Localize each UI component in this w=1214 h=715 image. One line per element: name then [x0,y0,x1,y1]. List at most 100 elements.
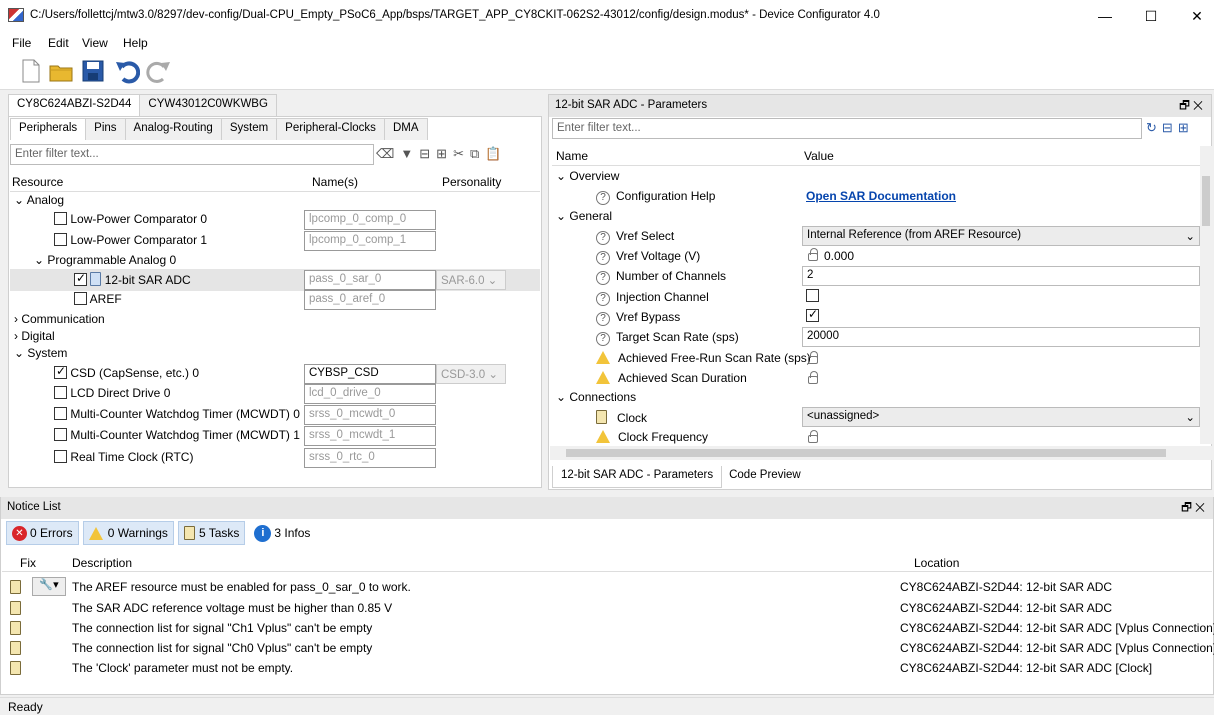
clear-filter-icon[interactable]: ⌫ [376,146,400,161]
clock-dropdown[interactable]: <unassigned> ⌄ [802,407,1200,427]
tab-dma[interactable]: DMA [383,118,428,140]
tab-parameters[interactable]: 12-bit SAR ADC - Parameters [552,466,723,488]
tree-rtc[interactable]: Real Time Clock (RTC) [54,450,193,470]
params-hscrollbar[interactable] [550,446,1212,460]
col-personality[interactable]: Personality [442,175,501,189]
filter-icon[interactable]: ▼ [400,146,419,161]
injection-checkbox[interactable] [806,289,819,303]
tab-analog-routing[interactable]: Analog-Routing [124,118,222,140]
tree-mcwdt1[interactable]: Multi-Counter Watchdog Timer (MCWDT) 1 [54,428,300,448]
notice-row[interactable]: The connection list for signal "Ch1 Vplu… [10,621,1214,641]
name-mcwdt0[interactable]: srss_0_mcwdt_0 [304,405,436,425]
warnings-filter-button[interactable]: 0 Warnings [82,521,174,545]
undo-icon[interactable] [114,58,141,84]
checkbox[interactable] [74,292,87,305]
col-description[interactable]: Description [72,556,132,570]
name-sar[interactable]: pass_0_sar_0 [304,270,436,290]
num-channels-input[interactable]: 2 [802,266,1200,286]
col-name[interactable]: Name [556,149,588,163]
name-lpcomp0[interactable]: lpcomp_0_comp_0 [304,210,436,230]
vref-bypass-checkbox[interactable] [806,307,819,323]
right-filter-input[interactable]: Enter filter text... [552,118,1142,139]
tree-mcwdt0[interactable]: Multi-Counter Watchdog Timer (MCWDT) 0 [54,407,300,427]
expand-icon[interactable]: ⌄ [14,346,27,360]
checkbox-checked[interactable] [74,271,87,286]
left-filter-input[interactable]: Enter filter text... [10,144,374,165]
menu-edit[interactable]: Edit [48,36,69,50]
restore-close-icon[interactable]: 🗗 ✕ [1179,98,1203,117]
minimize-button[interactable]: — [1090,6,1120,26]
section-general[interactable]: ⌄ General [556,209,612,223]
tree-aref[interactable]: AREF [74,292,122,312]
tree-system[interactable]: ⌄ System [14,346,67,366]
tab-peripherals[interactable]: Peripherals [10,118,87,140]
checkbox[interactable] [54,407,67,420]
infos-filter-button[interactable]: i 3 Infos [249,521,315,545]
personality-sar[interactable]: SAR-6.0 ⌄ [436,270,506,290]
menu-view[interactable]: View [82,36,108,50]
name-rtc[interactable]: srss_0_rtc_0 [304,448,436,468]
notice-row[interactable]: The connection list for signal "Ch0 Vplu… [10,641,1214,661]
checkbox[interactable] [54,386,67,399]
new-file-icon[interactable] [18,58,44,84]
restore-close-icon[interactable]: 🗗 ✕ [1181,500,1205,519]
expand-icon[interactable]: ⌄ [14,193,27,207]
params-vscrollbar[interactable] [1200,146,1212,444]
col-fix[interactable]: Fix [20,556,36,570]
notice-row[interactable]: The SAR ADC reference voltage must be hi… [10,601,1210,621]
checkbox[interactable] [54,233,67,246]
fix-wrench-button[interactable]: 🔧▾ [32,577,66,596]
notice-row[interactable]: 🔧▾ The AREF resource must be enabled for… [10,577,1210,600]
errors-filter-button[interactable]: ✕ 0 Errors [6,521,79,545]
collapse-all-icon[interactable]: ⊟ [1162,120,1178,135]
expand-icon[interactable]: ⌄ [556,390,569,404]
tab-device-main[interactable]: CY8C624ABZI-S2D44 [8,94,141,116]
col-resource[interactable]: Resource [12,175,63,189]
expand-icon[interactable]: ⌄ [556,169,569,183]
checkbox[interactable] [54,428,67,441]
tasks-filter-button[interactable]: 5 Tasks [177,521,246,545]
checkbox[interactable] [806,289,819,302]
name-csd[interactable]: CYBSP_CSD [304,364,436,384]
expand-icon[interactable]: ⌄ [34,253,47,267]
checkbox-checked[interactable] [806,307,819,322]
name-mcwdt1[interactable]: srss_0_mcwdt_1 [304,426,436,446]
config-help-link[interactable]: Open SAR Documentation [806,189,956,209]
menu-help[interactable]: Help [123,36,148,50]
menu-file[interactable]: File [12,36,31,50]
name-aref[interactable]: pass_0_aref_0 [304,290,436,310]
tab-device-wifi[interactable]: CYW43012C0WKWBG [139,94,277,116]
tab-code-preview[interactable]: Code Preview [721,466,809,488]
tree-lcd[interactable]: LCD Direct Drive 0 [54,386,170,406]
tab-peripheral-clocks[interactable]: Peripheral-Clocks [276,118,385,140]
checkbox-checked[interactable] [54,364,67,379]
section-connections[interactable]: ⌄ Connections [556,390,636,404]
col-location[interactable]: Location [914,556,959,570]
notice-row[interactable]: The 'Clock' parameter must not be empty.… [10,661,1210,681]
name-lcd[interactable]: lcd_0_drive_0 [304,384,436,404]
personality-csd[interactable]: CSD-3.0 ⌄ [436,364,506,384]
expand-all-icon[interactable]: ⊞ [1178,120,1194,135]
collapse-all-icon[interactable]: ⊟ [419,146,436,161]
refresh-icon[interactable]: ↻ [1146,120,1162,135]
name-lpcomp1[interactable]: lpcomp_0_comp_1 [304,231,436,251]
tree-lpcomp0[interactable]: Low-Power Comparator 0 [54,212,207,232]
paste-icon[interactable]: 📋 [485,146,507,161]
tree-sar[interactable]: 12-bit SAR ADC [74,271,191,292]
close-button[interactable]: ✕ [1182,6,1212,26]
expand-all-icon[interactable]: ⊞ [436,146,453,161]
col-value[interactable]: Value [804,149,834,163]
open-folder-icon[interactable] [48,58,74,84]
maximize-button[interactable]: ☐ [1136,6,1166,26]
copy-icon[interactable]: ⧉ [470,146,485,161]
col-names[interactable]: Name(s) [312,175,358,189]
checkbox[interactable] [54,450,67,463]
tree-analog[interactable]: ⌄ Analog [14,193,64,213]
tab-pins[interactable]: Pins [85,118,126,140]
checkbox[interactable] [54,212,67,225]
scan-rate-input[interactable]: 20000 [802,327,1200,347]
tree-lpcomp1[interactable]: Low-Power Comparator 1 [54,233,207,253]
expand-icon[interactable]: ⌄ [556,209,569,223]
cut-icon[interactable]: ✂ [453,146,470,161]
tree-csd[interactable]: CSD (CapSense, etc.) 0 [54,364,199,386]
